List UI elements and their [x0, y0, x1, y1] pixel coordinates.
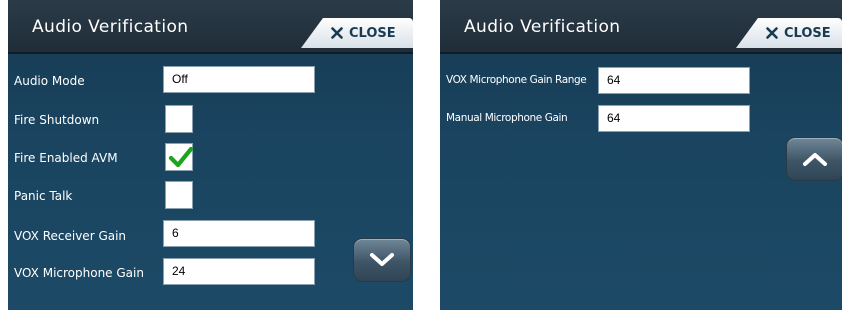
close-button-label: CLOSE	[349, 25, 396, 41]
close-icon	[331, 27, 343, 39]
close-button[interactable]: CLOSE	[736, 18, 842, 48]
manual-microphone-gain-label: Manual Microphone Gain	[446, 112, 568, 124]
audio-verification-panel-right: Audio Verification CLOSE VOX Microphone …	[440, 0, 842, 310]
chevron-down-icon	[370, 253, 394, 266]
fire-enabled-avm-checkbox[interactable]	[165, 143, 194, 171]
close-button-label: CLOSE	[784, 25, 831, 41]
page-title: Audio Verification	[32, 17, 189, 37]
manual-microphone-gain-field[interactable]: 64	[598, 105, 750, 132]
fire-enabled-avm-label: Fire Enabled AVM	[14, 151, 118, 165]
audio-mode-field[interactable]: Off	[163, 66, 315, 93]
vox-receiver-gain-field[interactable]: 6	[163, 220, 315, 247]
close-button[interactable]: CLOSE	[301, 18, 413, 48]
panic-talk-label: Panic Talk	[14, 189, 73, 203]
panic-talk-checkbox[interactable]	[165, 181, 193, 209]
vox-microphone-gain-range-field[interactable]: 64	[598, 67, 750, 94]
title-bar: Audio Verification CLOSE	[440, 0, 842, 54]
scroll-up-button[interactable]	[786, 137, 842, 181]
chevron-up-icon	[803, 153, 827, 166]
scroll-down-button[interactable]	[353, 238, 411, 282]
page-title: Audio Verification	[464, 17, 621, 37]
vox-microphone-gain-field[interactable]: 24	[163, 258, 315, 285]
vox-microphone-gain-range-label: VOX Microphone Gain Range	[446, 74, 587, 86]
audio-mode-label: Audio Mode	[14, 74, 85, 88]
checkmark-icon	[168, 146, 194, 168]
fire-shutdown-label: Fire Shutdown	[14, 113, 100, 127]
title-bar: Audio Verification CLOSE	[8, 0, 413, 54]
vox-microphone-gain-label: VOX Microphone Gain	[14, 266, 144, 280]
close-icon	[766, 27, 778, 39]
audio-verification-panel-left: Audio Verification CLOSE Audio Mode Off …	[8, 0, 413, 310]
fire-shutdown-checkbox[interactable]	[165, 105, 193, 133]
vox-receiver-gain-label: VOX Receiver Gain	[14, 229, 127, 243]
